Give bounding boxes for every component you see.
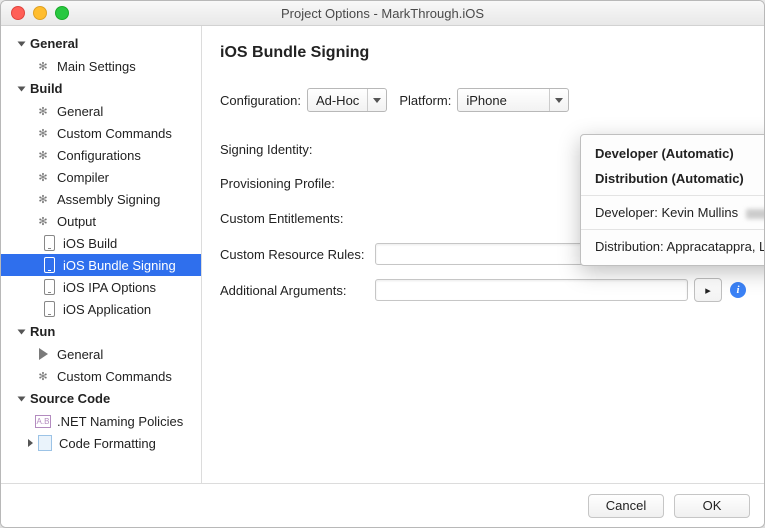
signing-identity-dropdown: Developer (Automatic) Distribution (Auto… bbox=[580, 134, 765, 266]
disclosure-triangle-icon bbox=[25, 439, 35, 447]
gear-icon: ✻ bbox=[35, 103, 51, 119]
separator bbox=[581, 229, 765, 230]
titlebar: Project Options - MarkThrough.iOS bbox=[1, 1, 764, 26]
sidebar-item-label: Main Settings bbox=[57, 59, 136, 74]
sidebar-group-source-code[interactable]: Source Code bbox=[1, 387, 201, 410]
dropdown-item-distribution-name[interactable]: Distribution: Appracatappra, LLC bbox=[581, 234, 765, 259]
disclosure-triangle-icon bbox=[18, 396, 26, 401]
gear-icon: ✻ bbox=[35, 147, 51, 163]
sidebar-item-label: General bbox=[57, 104, 103, 119]
sidebar-item-label: iOS Application bbox=[63, 302, 151, 317]
sidebar-item-configurations[interactable]: ✻ Configurations bbox=[1, 144, 201, 166]
arguments-field[interactable] bbox=[375, 279, 688, 301]
phone-icon bbox=[41, 301, 57, 317]
chevron-down-icon bbox=[549, 89, 568, 111]
sidebar-item-run-custom-commands[interactable]: ✻ Custom Commands bbox=[1, 365, 201, 387]
info-icon[interactable]: i bbox=[730, 282, 746, 298]
provisioning-label: Provisioning Profile: bbox=[220, 176, 375, 191]
project-options-window: Project Options - MarkThrough.iOS Genera… bbox=[0, 0, 765, 528]
sidebar-item-build-general[interactable]: ✻ General bbox=[1, 100, 201, 122]
platform-value: iPhone bbox=[458, 93, 549, 108]
gear-icon: ✻ bbox=[35, 58, 51, 74]
resource-rules-label: Custom Resource Rules: bbox=[220, 247, 375, 262]
sidebar-item-ios-bundle-signing[interactable]: iOS Bundle Signing bbox=[1, 254, 201, 276]
phone-icon bbox=[41, 279, 57, 295]
sidebar-item-ios-ipa-options[interactable]: iOS IPA Options bbox=[1, 276, 201, 298]
dialog-footer: Cancel OK bbox=[1, 483, 764, 527]
sidebar: General ✻ Main Settings Build ✻ General … bbox=[1, 26, 202, 487]
separator bbox=[581, 195, 765, 196]
sidebar-group-label: Source Code bbox=[30, 391, 110, 406]
dropdown-item-distribution-auto[interactable]: Distribution (Automatic) bbox=[581, 166, 765, 191]
sidebar-item-label: iOS Bundle Signing bbox=[63, 258, 176, 273]
configuration-value: Ad-Hoc bbox=[308, 93, 367, 108]
sidebar-item-output[interactable]: ✻ Output bbox=[1, 210, 201, 232]
sidebar-item-assembly-signing[interactable]: ✻ Assembly Signing bbox=[1, 188, 201, 210]
gear-icon: ✻ bbox=[35, 213, 51, 229]
dropdown-item-developer-name[interactable]: Developer: Kevin Mullins bbox=[581, 200, 765, 225]
window-title: Project Options - MarkThrough.iOS bbox=[1, 6, 764, 21]
sidebar-item-label: Compiler bbox=[57, 170, 109, 185]
sidebar-item-label: .NET Naming Policies bbox=[57, 414, 183, 429]
sidebar-item-ios-build[interactable]: iOS Build bbox=[1, 232, 201, 254]
redacted-text bbox=[746, 209, 765, 219]
sidebar-group-label: Run bbox=[30, 324, 55, 339]
sidebar-item-label: iOS IPA Options bbox=[63, 280, 156, 295]
box-icon: A.B bbox=[35, 413, 51, 429]
main-panel: iOS Bundle Signing Configuration: Ad-Hoc… bbox=[202, 26, 764, 487]
play-icon bbox=[35, 346, 51, 362]
signing-identity-label: Signing Identity: bbox=[220, 142, 375, 157]
sidebar-item-label: Custom Commands bbox=[57, 369, 172, 384]
expand-button[interactable]: ▸ bbox=[694, 278, 722, 302]
sidebar-item-label: Configurations bbox=[57, 148, 141, 163]
dropdown-item-label: Developer: Kevin Mullins bbox=[595, 205, 738, 220]
sidebar-item-compiler[interactable]: ✻ Compiler bbox=[1, 166, 201, 188]
config-row: Configuration: Ad-Hoc Platform: iPhone bbox=[220, 88, 746, 112]
sidebar-item-ios-application[interactable]: iOS Application bbox=[1, 298, 201, 320]
sidebar-item-code-formatting[interactable]: Code Formatting bbox=[1, 432, 201, 454]
gear-icon: ✻ bbox=[35, 191, 51, 207]
sidebar-group-build[interactable]: Build bbox=[1, 77, 201, 100]
phone-icon bbox=[41, 235, 57, 251]
sidebar-item-run-general[interactable]: General bbox=[1, 343, 201, 365]
configuration-select[interactable]: Ad-Hoc bbox=[307, 88, 387, 112]
sidebar-group-run[interactable]: Run bbox=[1, 320, 201, 343]
entitlements-label: Custom Entitlements: bbox=[220, 211, 375, 226]
sidebar-group-label: Build bbox=[30, 81, 63, 96]
sidebar-item-label: General bbox=[57, 347, 103, 362]
disclosure-triangle-icon bbox=[18, 329, 26, 334]
ok-button[interactable]: OK bbox=[674, 494, 750, 518]
sidebar-item-label: Code Formatting bbox=[59, 436, 156, 451]
sidebar-item-main-settings[interactable]: ✻ Main Settings bbox=[1, 55, 201, 77]
sidebar-item-label: Output bbox=[57, 214, 96, 229]
arguments-label: Additional Arguments: bbox=[220, 283, 375, 298]
sidebar-item-custom-commands[interactable]: ✻ Custom Commands bbox=[1, 122, 201, 144]
cancel-button[interactable]: Cancel bbox=[588, 494, 664, 518]
configuration-label: Configuration: bbox=[220, 93, 301, 108]
platform-select[interactable]: iPhone bbox=[457, 88, 569, 112]
sidebar-item-naming-policies[interactable]: A.B .NET Naming Policies bbox=[1, 410, 201, 432]
phone-icon bbox=[41, 257, 57, 273]
chevron-down-icon bbox=[367, 89, 386, 111]
gear-icon: ✻ bbox=[35, 125, 51, 141]
disclosure-triangle-icon bbox=[18, 86, 26, 91]
platform-label: Platform: bbox=[399, 93, 451, 108]
dropdown-item-label: Distribution: Appracatappra, LLC bbox=[595, 239, 765, 254]
sidebar-group-general[interactable]: General bbox=[1, 32, 201, 55]
document-icon bbox=[37, 435, 53, 451]
sidebar-item-label: Custom Commands bbox=[57, 126, 172, 141]
sidebar-item-label: Assembly Signing bbox=[57, 192, 160, 207]
gear-icon: ✻ bbox=[35, 368, 51, 384]
sidebar-group-label: General bbox=[30, 36, 78, 51]
dropdown-item-developer-auto[interactable]: Developer (Automatic) bbox=[581, 141, 765, 166]
gear-icon: ✻ bbox=[35, 169, 51, 185]
page-title: iOS Bundle Signing bbox=[220, 44, 746, 62]
sidebar-item-label: iOS Build bbox=[63, 236, 117, 251]
disclosure-triangle-icon bbox=[18, 41, 26, 46]
